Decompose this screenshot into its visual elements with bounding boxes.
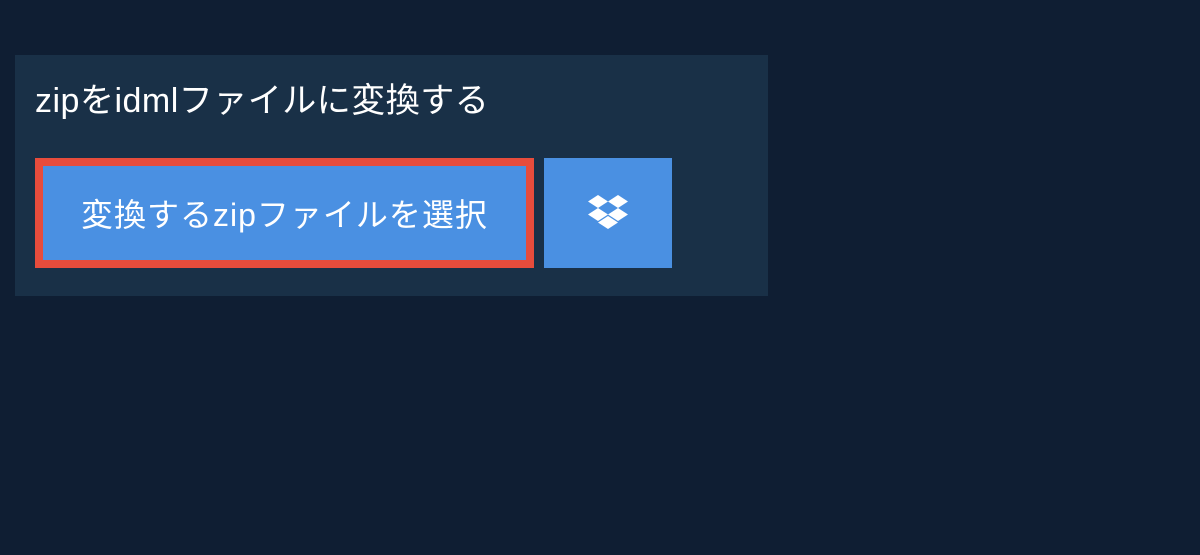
dropbox-icon (588, 195, 628, 232)
dropbox-button[interactable] (544, 158, 672, 268)
button-row: 変換するzipファイルを選択 (15, 136, 768, 296)
converter-panel: zipをidmlファイルに変換する 変換するzipファイルを選択 (15, 55, 768, 296)
heading-wrapper: zipをidmlファイルに変換する (15, 55, 509, 136)
page-title: zipをidmlファイルに変換する (35, 73, 489, 122)
select-file-button[interactable]: 変換するzipファイルを選択 (35, 158, 534, 268)
